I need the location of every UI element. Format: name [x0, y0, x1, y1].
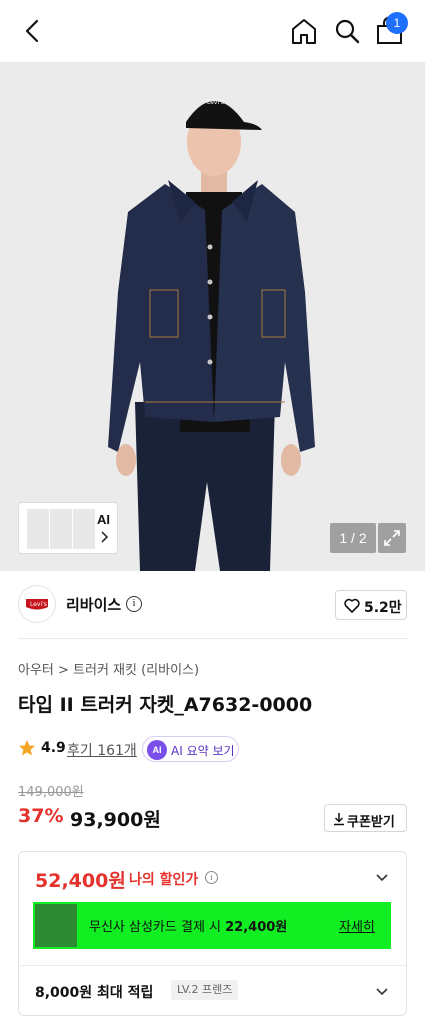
ai-thumbnail-label: AI	[97, 512, 110, 527]
ai-badge-icon: AI	[147, 740, 167, 760]
discount-rate: 37%	[18, 805, 64, 827]
info-icon[interactable]: i	[205, 871, 218, 884]
original-price: 149,000원	[18, 785, 84, 800]
levis-logo: Levi's	[26, 599, 48, 610]
chevron-down-icon[interactable]	[374, 870, 390, 886]
divider	[18, 638, 407, 639]
card-promo-banner[interactable]: 무신사 삼성카드 결제 시 22,400원 자세히	[33, 902, 391, 949]
review-link[interactable]: 후기 161개	[67, 740, 137, 760]
home-icon[interactable]	[288, 15, 320, 47]
thumbnail-back[interactable]	[73, 509, 95, 549]
card-image	[35, 904, 77, 947]
benefit-box: 52,400원 나의 할인가 i 무신사 삼성카드 결제 시 22,400원 자…	[18, 851, 407, 1016]
rating-value: 4.9	[41, 740, 66, 756]
coupon-button[interactable]: 쿠폰받기	[324, 804, 407, 832]
chevron-left-icon[interactable]	[18, 16, 48, 46]
top-bar: 1	[0, 0, 425, 62]
product-image-gallery[interactable]: Levi's AI 1 / 2	[0, 62, 425, 571]
star-icon	[19, 740, 35, 756]
image-pager: 1 / 2	[330, 523, 376, 553]
thumbnail-side[interactable]	[50, 509, 72, 549]
brand-name[interactable]: 리바이스	[66, 594, 121, 615]
heart-icon	[344, 598, 360, 613]
download-icon	[334, 813, 344, 826]
my-discount-label: 나의 할인가	[129, 872, 199, 888]
cart-count-badge: 1	[386, 12, 408, 34]
ai-summary-label: AI 요약 보기	[171, 744, 235, 758]
my-discount-price: 52,400원	[35, 870, 126, 892]
like-button[interactable]: 5.2만	[335, 590, 407, 620]
chevron-down-icon[interactable]	[374, 984, 390, 1000]
info-icon[interactable]: i	[126, 596, 142, 612]
coupon-label: 쿠폰받기	[347, 815, 395, 830]
product-photo: Levi's	[108, 99, 315, 571]
chevron-right-icon	[101, 531, 109, 543]
promo-text: 무신사 삼성카드 결제 시 22,400원	[89, 920, 288, 935]
brand-logo[interactable]: Levi's	[18, 585, 56, 623]
breadcrumb[interactable]: 아우터 > 트러커 재킷 (리바이스)	[18, 659, 199, 678]
promo-detail-link[interactable]: 자세히	[339, 916, 375, 935]
svg-text:Levi's: Levi's	[207, 99, 224, 106]
product-title: 타입 II 트러커 자켓_A7632-0000	[18, 694, 313, 716]
member-level-badge: LV.2 프렌즈	[171, 980, 239, 1000]
divider	[19, 965, 406, 966]
ai-thumbnail-strip[interactable]: AI	[18, 502, 118, 554]
thumbnail-front[interactable]	[27, 509, 49, 549]
like-count: 5.2만	[364, 600, 402, 616]
max-points: 8,000원 최대 적립	[35, 985, 154, 1001]
expand-icon	[384, 530, 400, 546]
ai-summary-button[interactable]: AI AI 요약 보기	[142, 736, 239, 762]
svg-text:Levi's: Levi's	[30, 601, 47, 608]
sale-price: 93,900원	[70, 809, 161, 831]
search-icon[interactable]	[332, 15, 362, 47]
expand-button[interactable]	[378, 523, 406, 553]
